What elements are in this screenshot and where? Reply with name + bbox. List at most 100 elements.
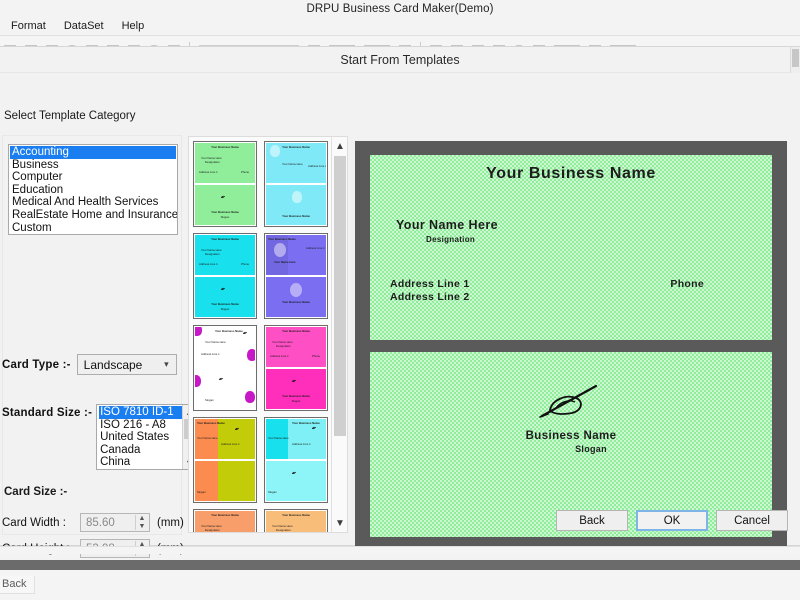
preview-designation: Designation [426, 235, 476, 244]
pen-icon: ✒ [218, 376, 225, 384]
thumbnail-text-line: Address Line 1 [221, 442, 240, 446]
thumbnail-text-line: Designation [205, 528, 220, 532]
thumbnail-text-line: Your Name Here [268, 436, 289, 440]
card-width-stepper[interactable]: 85.60 ▲ ▼ [80, 513, 150, 532]
card-front-preview[interactable]: Your Business Name Your Name Here Design… [370, 155, 772, 340]
preview-business-name: Your Business Name [486, 165, 656, 182]
thumbnail-text-line: Your Business Name [282, 329, 310, 333]
thumbnail-back: ✒ Slogan [266, 461, 326, 501]
thumbnail-text-line: Address Line 1 [270, 354, 289, 358]
template-thumbnail[interactable]: Your Business Name Your Name Here Address … [264, 233, 328, 319]
template-thumbnail[interactable]: Your Business Name Your Name Here Address … [193, 325, 257, 411]
thumbnail-text-line: Your Business Name [211, 237, 239, 241]
template-thumbnail[interactable]: Your Business Name Your Name Here Designat… [193, 233, 257, 319]
pen-icon: ✒ [311, 425, 318, 433]
standard-size-item-united-states[interactable]: United States [99, 431, 184, 444]
status-back-tab[interactable]: Back [0, 576, 36, 594]
cancel-button[interactable]: Cancel [716, 510, 788, 531]
thumbnail-text-line: Your Business Name [211, 302, 239, 306]
template-thumbnail[interactable]: Your Business Name Your Name Here Designat… [264, 325, 328, 411]
thumbnail-text-line: Address Line 1 [306, 246, 325, 250]
thumbnail-text-line: Address Line 1 [199, 262, 218, 266]
template-thumbnail[interactable]: Your Business Name Your Name Here Designat… [193, 141, 257, 227]
category-item-education[interactable]: Education [10, 184, 176, 197]
template-thumbnail-grid: Your Business Name Your Name Here Designat… [193, 141, 332, 532]
thumbnail-text-line: Your Business Name [211, 210, 239, 214]
thumbnail-front: Your Business Name Your Name Here Address … [195, 419, 255, 459]
thumbnail-text-line: Designation [205, 160, 220, 164]
thumbnail-text-line: Slogan [291, 399, 301, 403]
thumbnail-text-line: Slogan [205, 398, 214, 402]
thumbnail-avatar [290, 283, 302, 297]
template-thumbnail-scrollarea: Your Business Name Your Name Here Designat… [189, 137, 332, 532]
menu-item-help[interactable]: Help [114, 19, 155, 34]
dialog-scrollbar-thumb[interactable] [792, 49, 799, 67]
card-width-row: Card Width : 85.60 ▲ ▼ (mm) [2, 513, 184, 532]
spin-down-icon[interactable]: ▼ [139, 523, 146, 530]
title-bar: DRPU Business Card Maker(Demo) [0, 0, 800, 18]
template-thumbnail[interactable]: Your Business Name Your Name Here Designat… [264, 509, 328, 532]
scroll-down-arrow-icon[interactable]: ▼ [333, 515, 347, 531]
thumbnail-front: Your Business Name Your Name Here Designat… [195, 235, 255, 275]
dialog-title: Start From Templates [340, 52, 460, 67]
thumbnail-front: Your Business Name Your Name Here Address … [266, 143, 326, 183]
standard-size-item-china[interactable]: China [99, 456, 184, 469]
window-title: DRPU Business Card Maker(Demo) [306, 3, 494, 15]
thumbnail-front: Your Business Name Your Name Here Address … [266, 419, 326, 459]
back-button[interactable]: Back [556, 510, 628, 531]
thumbnail-text-line: Designation [205, 252, 220, 256]
standard-size-row: Standard Size :- ISO 7810 ID-1 ISO 216 -… [2, 404, 197, 470]
thumbnail-back: Slogan [195, 461, 255, 501]
spin-up-icon[interactable]: ▲ [139, 515, 146, 522]
preview-slogan: Slogan [575, 444, 607, 454]
thumbnail-text-line: Slogan [220, 307, 230, 311]
category-item-computer[interactable]: Computer [10, 171, 176, 184]
category-item-custom[interactable]: Custom [10, 222, 176, 234]
scroll-up-arrow-icon[interactable]: ▲ [333, 138, 347, 154]
thumbnail-decoration [195, 375, 201, 387]
thumbnail-front: Your Business Name Your Name Here Designat… [195, 511, 255, 532]
ok-button[interactable]: OK [636, 510, 708, 531]
card-width-unit: (mm) [157, 516, 184, 529]
standard-size-item-canada[interactable]: Canada [99, 444, 184, 457]
thumbnail-back: Your Business Name [266, 277, 326, 317]
application-window: DRPU Business Card Maker(Demo) Format Da… [0, 0, 800, 600]
thumbnail-back: ✒ Your Business Name Slogan [195, 277, 255, 317]
thumbnail-decoration [245, 391, 255, 403]
thumbnail-front: Your Business Name Your Name Here Address … [266, 235, 326, 275]
pen-icon: ✒ [234, 426, 241, 434]
template-thumbnail[interactable]: Your Business Name Your Name Here Address … [264, 141, 328, 227]
thumbnail-scrollbar[interactable]: ▲ ▼ [331, 137, 347, 532]
thumbnail-front: Your Business Name Your Name Here Address … [195, 327, 255, 367]
thumbnail-text-line: Phone [241, 262, 250, 266]
pen-icon: ✒ [220, 286, 227, 294]
thumbnail-text-line: Address Line 1 [308, 164, 326, 168]
thumbnail-avatar [274, 243, 286, 257]
category-item-business[interactable]: Business [10, 159, 176, 172]
select-template-category-label: Select Template Category [4, 110, 136, 122]
thumbnail-text-line: Your Name Here [274, 260, 296, 264]
thumbnail-text-line: Your Business Name [197, 421, 225, 425]
dialog-body: Select Template Category Accounting Busi… [0, 73, 800, 558]
standard-size-listbox[interactable]: ISO 7810 ID-1 ISO 216 - A8 United States… [96, 404, 197, 470]
standard-size-item-iso-7810-id-1[interactable]: ISO 7810 ID-1 [99, 406, 185, 419]
template-thumbnail[interactable]: Your Business Name Your Name Here Designat… [193, 509, 257, 532]
thumbnail-scrollbar-thumb[interactable] [334, 156, 346, 436]
standard-size-item-iso-216-a8[interactable]: ISO 216 - A8 [99, 419, 184, 432]
dark-divider-bar [0, 560, 800, 570]
category-item-accounting[interactable]: Accounting [10, 146, 176, 159]
menu-bar: Format DataSet Help [0, 18, 800, 36]
card-width-spin-buttons[interactable]: ▲ ▼ [135, 515, 148, 530]
template-category-listbox[interactable]: Accounting Business Computer Education M… [8, 144, 178, 235]
dialog-scrollbar[interactable] [790, 47, 800, 73]
template-thumbnail[interactable]: Your Business Name Your Name Here Address … [264, 417, 328, 503]
category-item-medical-and-health-services[interactable]: Medical And Health Services [10, 196, 176, 209]
menu-item-format[interactable]: Format [3, 19, 56, 34]
thumbnail-text-line: Phone [312, 354, 321, 358]
category-item-realestate-home-and-insurance[interactable]: RealEstate Home and Insurance [10, 209, 177, 222]
card-type-dropdown[interactable]: Landscape ▾ [76, 354, 177, 375]
start-from-templates-dialog: Start From Templates Select Template Cat… [0, 46, 800, 558]
dialog-button-row: Back OK Cancel [556, 510, 788, 531]
menu-item-dataset[interactable]: DataSet [56, 19, 114, 34]
template-thumbnail[interactable]: Your Business Name Your Name Here Address … [193, 417, 257, 503]
